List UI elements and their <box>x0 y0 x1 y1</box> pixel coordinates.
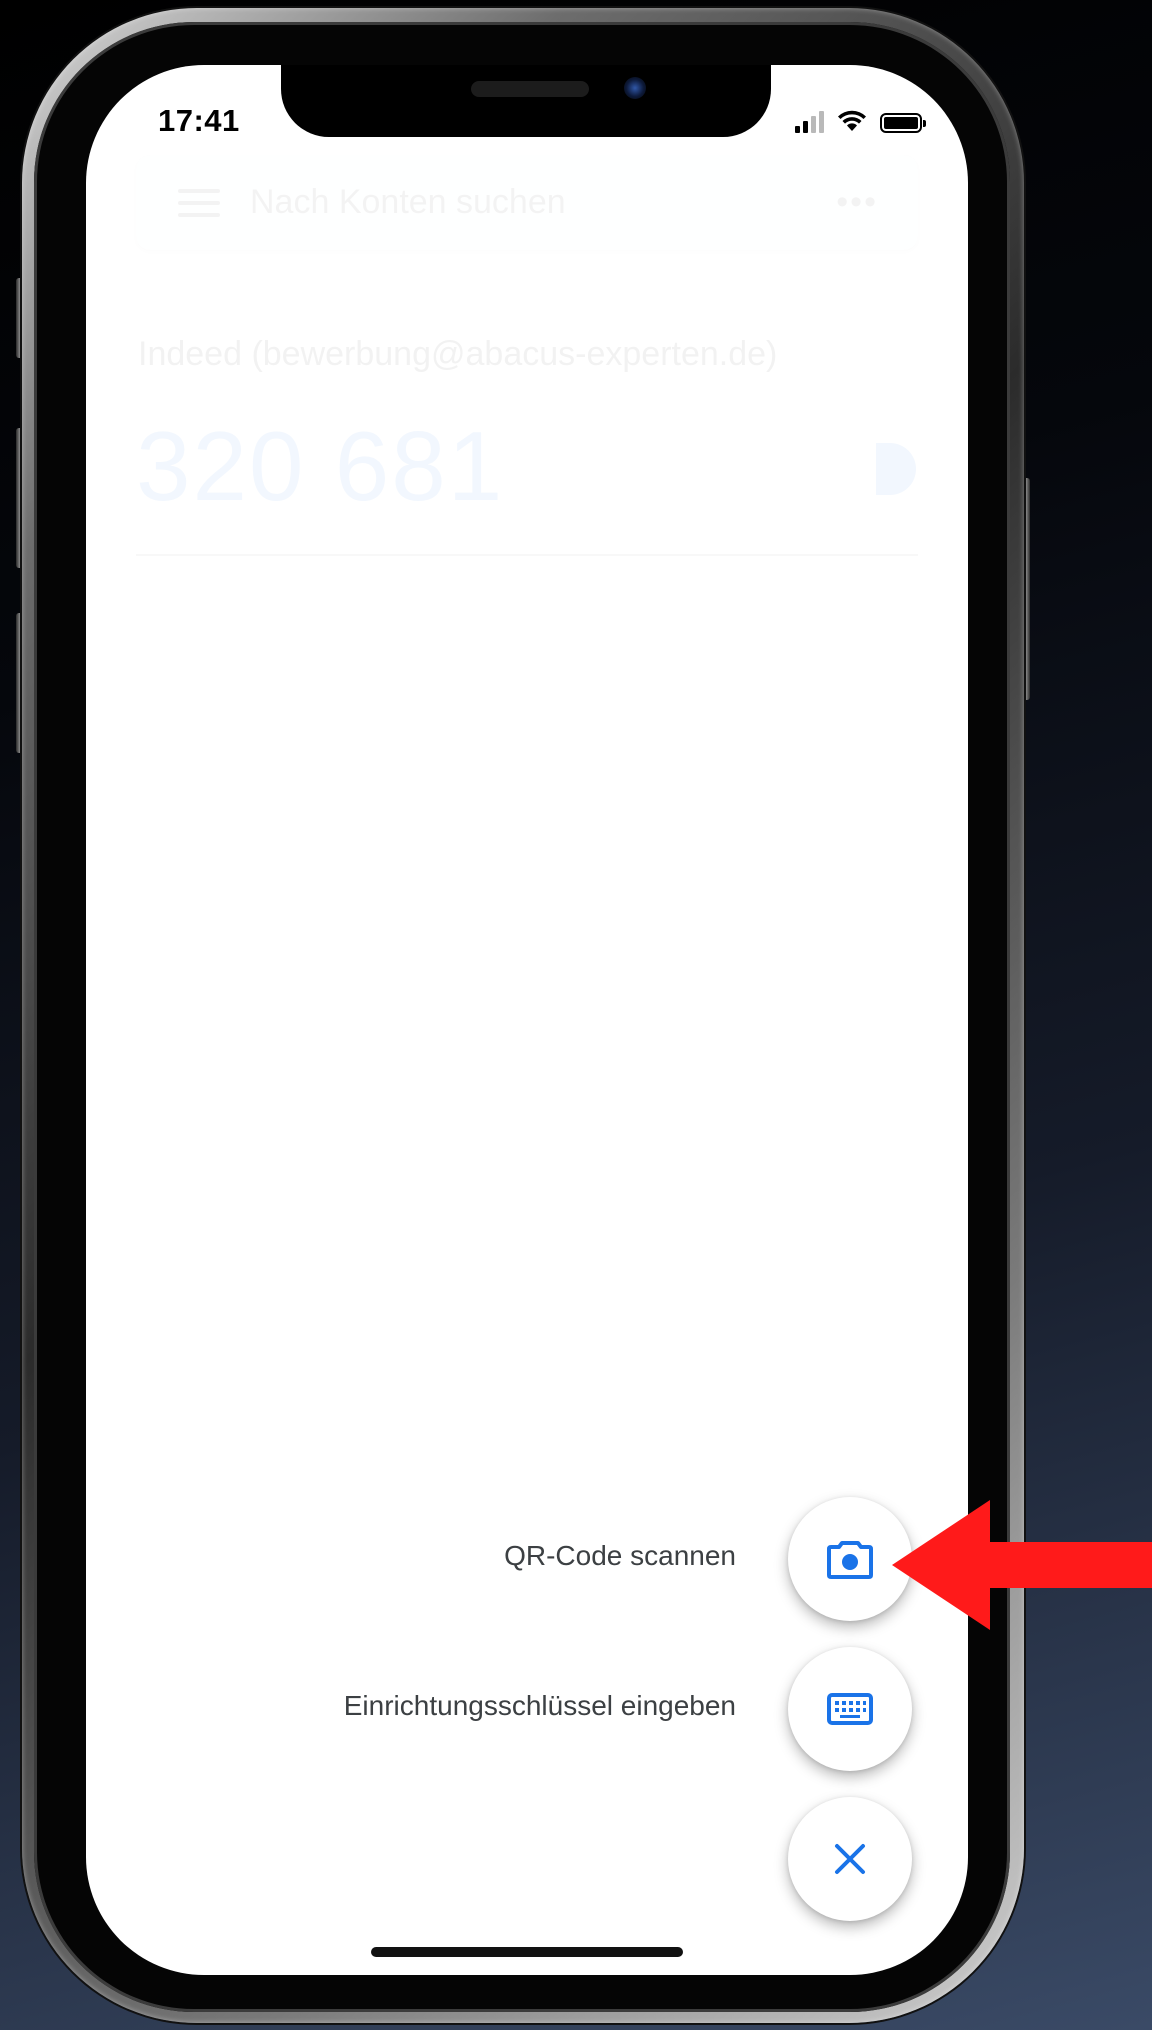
status-time: 17:41 <box>158 103 240 138</box>
close-icon <box>835 1844 865 1874</box>
cellular-signal-icon <box>795 109 824 133</box>
close-fab-button[interactable] <box>788 1797 912 1921</box>
earpiece-speaker <box>471 81 589 97</box>
keyboard-icon <box>827 1693 873 1725</box>
camera-icon <box>827 1541 873 1579</box>
enter-key-button[interactable] <box>788 1647 912 1771</box>
front-camera <box>624 77 646 99</box>
home-indicator <box>371 1947 683 1957</box>
account-divider <box>136 554 918 556</box>
scan-qr-label[interactable]: QR-Code scannen <box>504 1540 736 1572</box>
enter-key-label[interactable]: Einrichtungsschlüssel eingeben <box>344 1690 736 1722</box>
search-placeholder[interactable]: Nach Konten suchen <box>250 183 836 222</box>
notch <box>281 65 771 137</box>
search-bar[interactable]: Nach Konten suchen ••• <box>136 155 918 250</box>
phone-screen: 17:41 Nach Konten suchen ••• Indeed (bew… <box>86 65 968 1975</box>
otp-code[interactable]: 320 681 <box>136 410 504 523</box>
wifi-icon <box>838 110 866 131</box>
battery-icon <box>880 113 926 133</box>
annotation-arrow-icon <box>892 1500 1152 1630</box>
countdown-timer-icon <box>876 443 916 495</box>
hamburger-menu-icon[interactable] <box>178 188 220 217</box>
account-name: Indeed (bewerbung@abacus-experten.de) <box>138 335 778 373</box>
status-icons <box>795 107 926 133</box>
more-dots-icon[interactable]: ••• <box>836 183 878 222</box>
